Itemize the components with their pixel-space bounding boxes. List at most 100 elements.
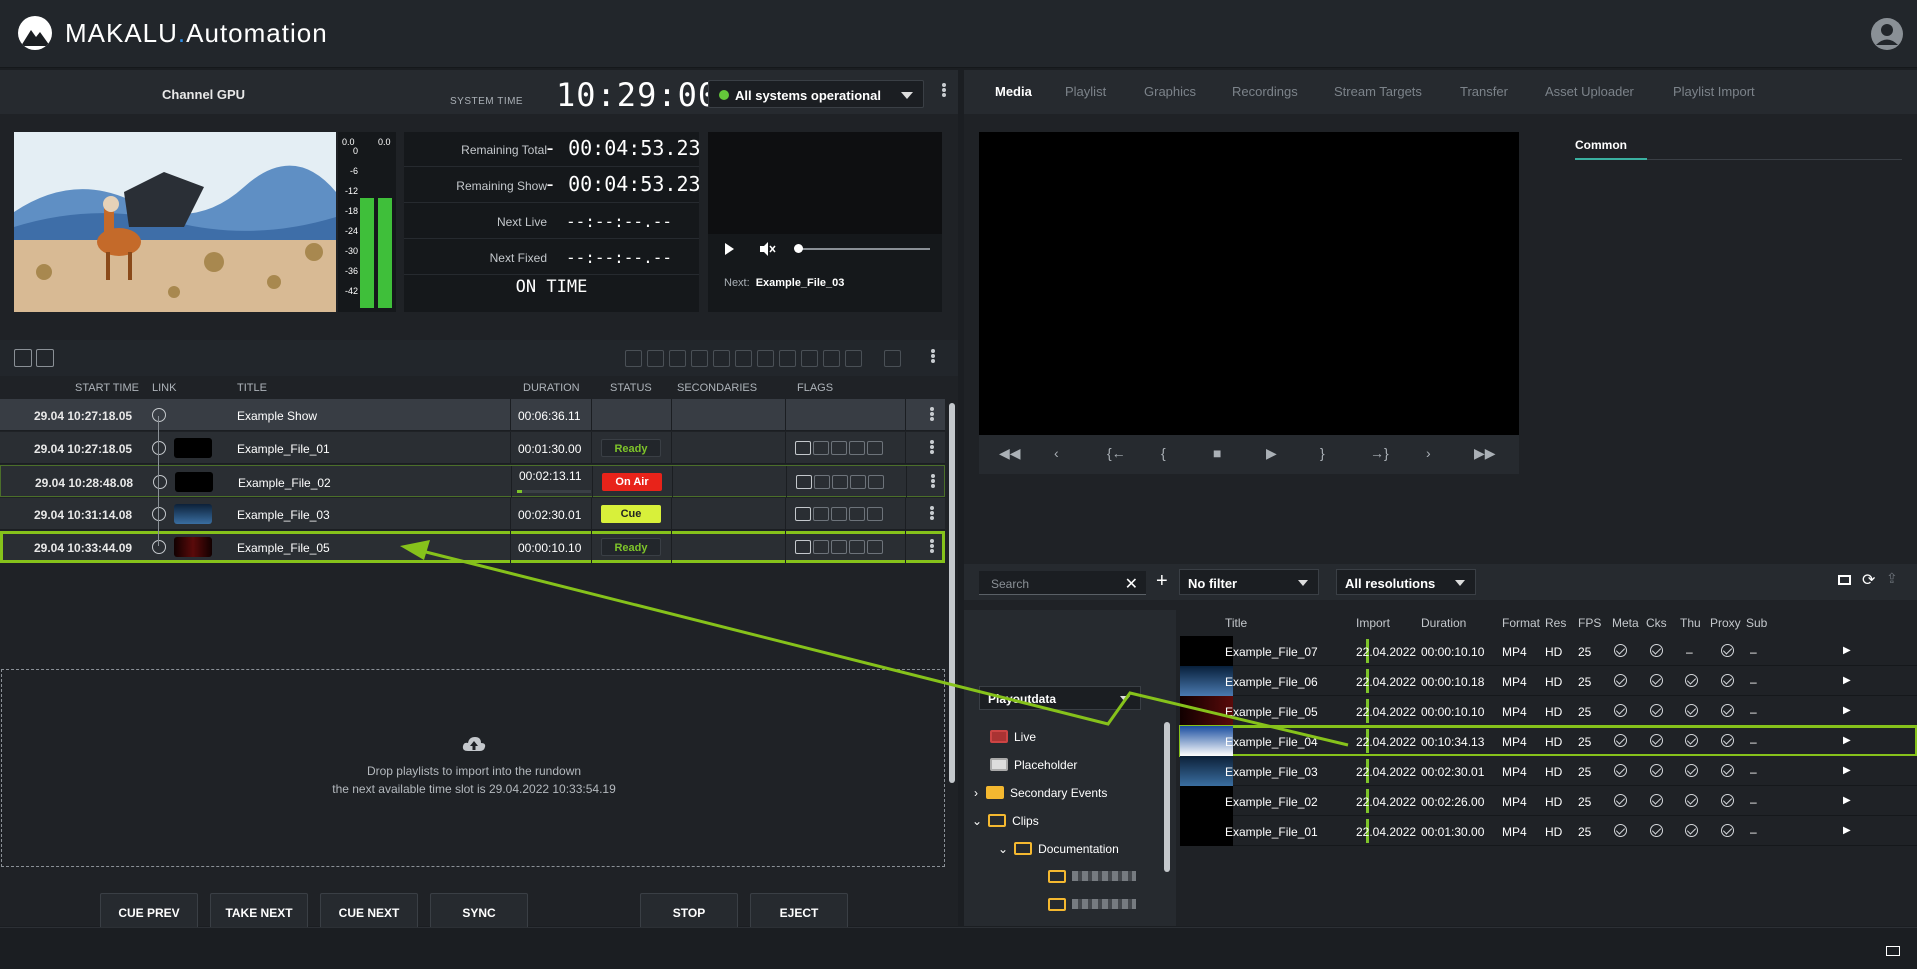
link-off-icon[interactable] [36, 349, 54, 367]
media-row[interactable]: Example_File_05 22.04.2022 00:00:10.10 MP4 H… [1180, 696, 1917, 726]
tab-playlist[interactable]: Playlist [1065, 84, 1106, 99]
col-status[interactable]: STATUS [610, 382, 652, 394]
play-icon[interactable]: ▶ [1843, 765, 1851, 776]
play-icon[interactable]: ▶ [1266, 445, 1277, 462]
link-icon[interactable] [152, 540, 166, 554]
tab-graphics[interactable]: Graphics [1144, 84, 1196, 99]
media-row[interactable]: Example_File_04 22.04.2022 00:10:34.13 MP4 H… [1179, 725, 1917, 757]
play-icon[interactable]: ▶ [1843, 645, 1851, 656]
col-import[interactable]: Import [1356, 616, 1390, 630]
col-start-time[interactable]: START TIME [75, 382, 139, 394]
step-back-icon[interactable]: ‹ [1054, 445, 1059, 461]
chevron-down-icon[interactable]: ⌄ [972, 814, 982, 828]
upload-icon[interactable]: ⇪ [1886, 570, 1898, 587]
col-title[interactable]: TITLE [237, 382, 267, 394]
row-flags[interactable] [796, 475, 886, 492]
toolbar-action-6-icon[interactable] [735, 350, 752, 367]
toolbar-action-11-icon[interactable] [845, 350, 862, 367]
row-flags[interactable] [795, 507, 885, 524]
media-row[interactable]: Example_File_03 22.04.2022 00:02:30.01 MP4 H… [1180, 756, 1917, 786]
col-title[interactable]: Title [1225, 616, 1247, 630]
row-menu-icon[interactable] [929, 505, 935, 525]
channel-menu-icon[interactable] [941, 82, 947, 102]
rundown-row[interactable]: 29.04 10:27:18.05 Example_File_01 00:01:… [0, 432, 945, 464]
mute-icon[interactable] [758, 240, 776, 258]
tree-scrollbar[interactable] [1164, 722, 1170, 872]
system-status-dropdown[interactable]: All systems operational [708, 80, 924, 108]
tab-asset-uploader[interactable]: Asset Uploader [1545, 84, 1634, 99]
go-to-out-icon[interactable]: →} [1370, 445, 1389, 461]
link-icon[interactable] [152, 507, 166, 521]
toolbar-action-9-icon[interactable] [801, 350, 818, 367]
toolbar-action-1-icon[interactable] [625, 350, 642, 367]
move-down-icon[interactable] [713, 350, 730, 367]
collapse-icon[interactable] [152, 408, 166, 422]
tree-node-blurred[interactable] [1048, 898, 1136, 912]
row-flags[interactable] [795, 441, 885, 458]
view-mode-icon[interactable] [1838, 575, 1851, 585]
playlist-drop-zone[interactable]: Drop playlists to import into the rundow… [1, 669, 945, 867]
resolution-dropdown[interactable]: All resolutions [1336, 569, 1476, 595]
toolbar-action-8-icon[interactable] [779, 350, 796, 367]
toolbar-action-3-icon[interactable] [669, 350, 686, 367]
source-dropdown[interactable]: Playoutdata [979, 686, 1141, 710]
toolbar-action-10-icon[interactable] [823, 350, 840, 367]
play-icon[interactable]: ▶ [1843, 795, 1851, 806]
play-icon[interactable]: ▶ [1843, 825, 1851, 836]
lock-icon[interactable] [757, 350, 774, 367]
tree-node-secondary-events[interactable]: › Secondary Events [974, 786, 1107, 800]
add-icon[interactable]: + [1156, 570, 1168, 593]
row-menu-icon[interactable] [929, 439, 935, 459]
tree-node-live[interactable]: Live [990, 730, 1036, 744]
link-icon[interactable] [153, 475, 167, 489]
tree-node-documentation[interactable]: ⌄ Documentation [998, 842, 1119, 856]
filter-dropdown[interactable]: No filter [1179, 569, 1319, 595]
rundown-menu-icon[interactable] [930, 348, 936, 368]
search-input[interactable]: Search ✕ [979, 571, 1146, 595]
stop-icon[interactable]: ■ [1213, 445, 1221, 461]
tree-node-placeholder[interactable]: Placeholder [990, 758, 1077, 772]
row-menu-icon[interactable] [929, 538, 935, 558]
chevron-down-icon[interactable]: ⌄ [998, 842, 1008, 856]
toolbar-action-2-icon[interactable] [647, 350, 664, 367]
media-row[interactable]: Example_File_02 22.04.2022 00:02:26.00 MP4 H… [1180, 786, 1917, 816]
link-icon[interactable] [152, 441, 166, 455]
row-menu-icon[interactable] [929, 406, 935, 426]
play-icon[interactable]: ▶ [1843, 705, 1851, 716]
seek-handle[interactable] [794, 244, 803, 253]
tab-stream-targets[interactable]: Stream Targets [1334, 84, 1422, 99]
refresh-icon[interactable]: ⟳ [1862, 570, 1875, 590]
step-forward-icon[interactable]: › [1426, 445, 1431, 461]
row-menu-icon[interactable] [930, 473, 936, 493]
fast-forward-icon[interactable]: ▶▶ [1474, 445, 1496, 462]
play-icon[interactable] [722, 242, 736, 256]
tab-media[interactable]: Media [995, 84, 1032, 99]
tree-node-blurred[interactable] [1048, 870, 1136, 884]
tab-playlist-import[interactable]: Playlist Import [1673, 84, 1755, 99]
media-row[interactable]: Example_File_01 22.04.2022 00:01:30.00 MP4 H… [1180, 816, 1917, 846]
tree-node-clips[interactable]: ⌄ Clips [972, 814, 1039, 828]
mark-out-icon[interactable]: } [1320, 445, 1325, 461]
rundown-row-selected[interactable]: 29.04 10:33:44.09 Example_File_05 00:00:… [0, 531, 945, 563]
go-to-in-icon[interactable]: {← [1107, 445, 1126, 461]
tab-common[interactable]: Common [1575, 138, 1627, 152]
col-duration[interactable]: Duration [1421, 616, 1466, 630]
refresh-icon[interactable] [14, 349, 32, 367]
row-flags[interactable] [795, 540, 885, 557]
media-row[interactable]: Example_File_06 22.04.2022 00:00:10.18 MP4 H… [1180, 666, 1917, 696]
mark-in-icon[interactable]: { [1161, 445, 1166, 461]
user-avatar-icon[interactable] [1869, 16, 1905, 52]
tab-recordings[interactable]: Recordings [1232, 84, 1298, 99]
tab-transfer[interactable]: Transfer [1460, 84, 1508, 99]
col-duration[interactable]: DURATION [523, 382, 580, 394]
delete-icon[interactable] [884, 350, 901, 367]
play-icon[interactable]: ▶ [1843, 735, 1851, 746]
window-icon[interactable] [1886, 946, 1900, 956]
rundown-scrollbar[interactable] [949, 403, 955, 783]
rundown-row-on-air[interactable]: 29.04 10:28:48.08 Example_File_02 00:02:… [0, 465, 945, 498]
rundown-row-show[interactable]: 29.04 10:27:18.05 Example Show 00:06:36.… [0, 399, 945, 431]
fast-rewind-icon[interactable]: ◀◀ [999, 445, 1021, 462]
clear-search-icon[interactable]: ✕ [1125, 574, 1138, 594]
media-row[interactable]: Example_File_07 22.04.2022 00:00:10.10 MP4 H… [1180, 636, 1917, 666]
seek-bar[interactable] [796, 248, 930, 250]
